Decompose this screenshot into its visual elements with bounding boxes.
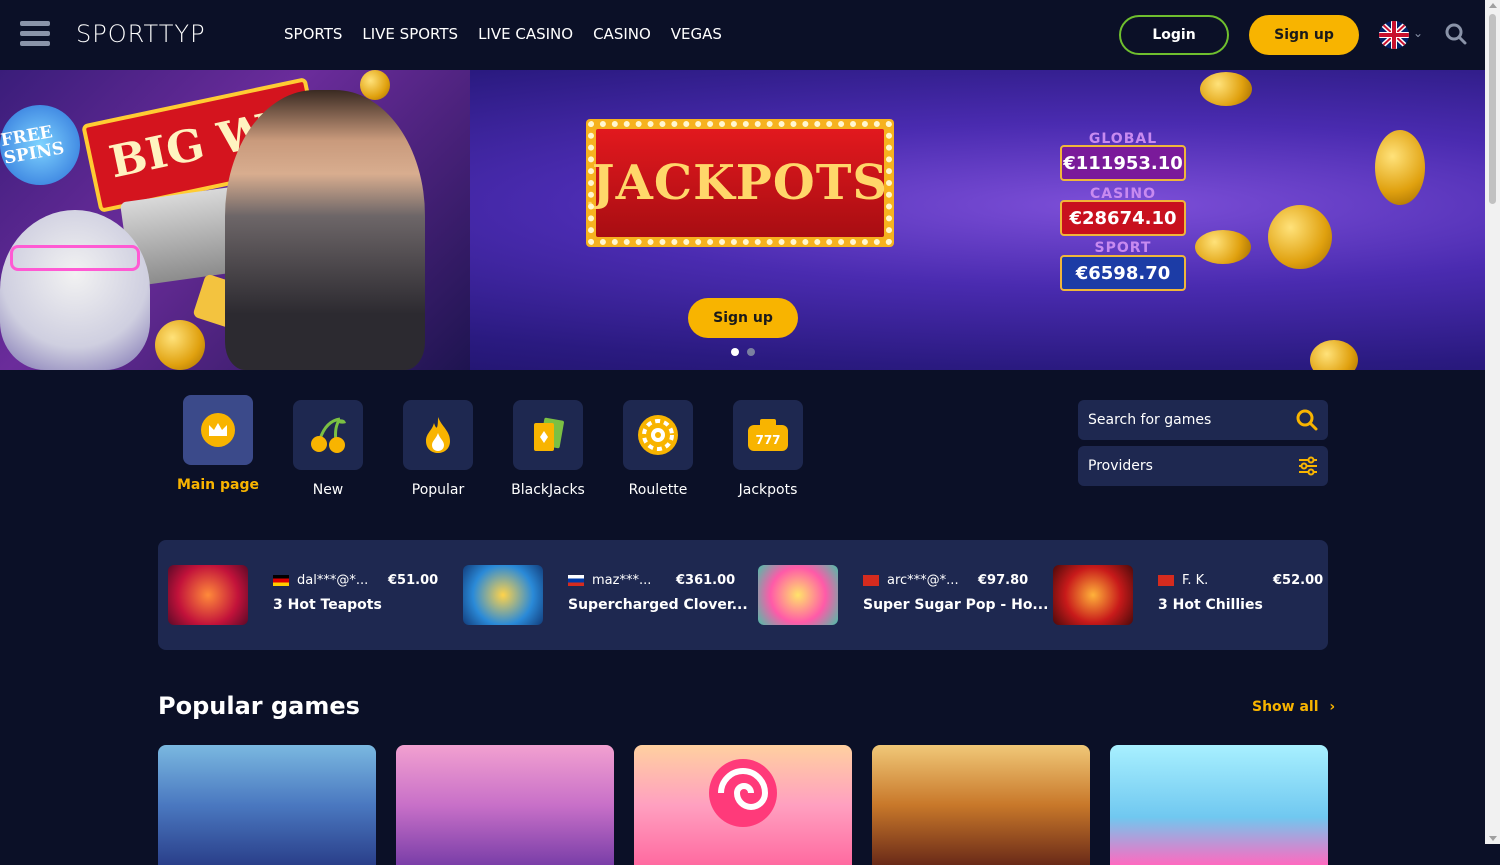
coin-image [1268,205,1332,269]
cherries-icon [293,400,363,470]
winner-amount: €361.00 [676,573,736,588]
search-icon[interactable] [1296,409,1318,431]
winner-game: Super Sugar Pop - Ho... [863,597,1049,613]
category-label: Popular [411,482,465,498]
coin-image [1310,340,1358,370]
game-card[interactable] [1110,745,1328,865]
slot-777-icon: 777 [733,400,803,470]
nav-sports[interactable]: SPORTS [284,25,342,43]
nav-casino[interactable]: CASINO [593,25,651,43]
nav-live-sports[interactable]: LIVE SPORTS [362,25,458,43]
winner-game: 3 Hot Teapots [273,597,382,613]
category-label: Roulette [628,482,688,498]
winner-user: maz***... [592,573,652,588]
svg-text:777: 777 [755,433,780,447]
chevron-right-icon: › [1329,699,1336,715]
roulette-icon [623,400,693,470]
winner-amount: €51.00 [388,573,439,588]
banner-signup-button[interactable]: Sign up [688,298,798,338]
jackpot-global-amount: €111953.10 [1060,145,1186,181]
jackpot-banner[interactable]: FREE SPINS BIG WIN JACKPOTS GLOBAL €1119… [0,70,1485,370]
scrollbar-thumb[interactable] [1489,14,1496,204]
coin-image [1195,230,1251,264]
fire-icon [403,400,473,470]
carousel-dot-2[interactable] [747,348,755,356]
crown-icon [183,395,253,465]
scroll-down-arrow[interactable] [1489,836,1497,841]
category-jackpots[interactable]: 777 Jackpots [713,400,823,498]
providers-label: Providers [1088,458,1153,474]
game-card[interactable] [158,745,376,865]
category-label: Main page [176,477,259,493]
popular-games-title: Popular games [158,692,360,720]
model-image [225,90,425,370]
winner-amount: €52.00 [1273,573,1324,588]
coin-image [1200,72,1252,106]
winner-item[interactable]: F. K. €52.00 3 Hot Chillies [1053,565,1323,625]
category-label: BlackJacks [511,482,585,498]
game-thumbnail [1053,565,1133,625]
switzerland-flag-icon [1158,575,1174,586]
winner-item[interactable]: dal***@*... €51.00 3 Hot Teapots [168,565,438,625]
carousel-pager [731,348,755,356]
game-card[interactable] [634,745,852,865]
category-label: Jackpots [738,482,798,498]
category-roulette[interactable]: Roulette [603,400,713,498]
chevron-down-icon[interactable]: ⌄ [1413,26,1423,40]
providers-filter[interactable]: Providers [1078,446,1328,486]
top-header: SPORTTYP SPORTS LIVE SPORTS LIVE CASINO … [0,0,1485,70]
filter-sliders-icon [1299,456,1317,476]
coin-image [155,320,205,370]
winner-item[interactable]: arc***@*... €97.80 Super Sugar Pop - Ho.… [758,565,1048,625]
menu-icon[interactable] [20,21,50,47]
scroll-up-arrow[interactable] [1489,3,1497,8]
jackpot-casino-amount: €28674.10 [1060,200,1186,236]
winner-amount: €97.80 [978,573,1029,588]
switzerland-flag-icon [863,575,879,586]
category-blackjacks[interactable]: BlackJacks [493,400,603,498]
show-all-link[interactable]: Show all › [1252,699,1335,715]
nav-vegas[interactable]: VEGAS [671,25,722,43]
game-card[interactable] [396,745,614,865]
lollipop-icon [709,759,777,827]
game-thumbnail [758,565,838,625]
winner-user: F. K. [1182,573,1209,588]
game-search[interactable] [1078,400,1328,440]
jackpot-sport-amount: €6598.70 [1060,255,1186,291]
jackpot-sport-label: SPORT [1094,240,1152,256]
germany-flag-icon [273,575,289,586]
category-label: New [312,482,344,498]
winner-game: 3 Hot Chillies [1158,597,1263,613]
uk-flag-icon[interactable] [1379,21,1409,49]
recent-winners: dal***@*... €51.00 3 Hot Teapots maz***.… [158,540,1328,650]
category-new[interactable]: New [273,400,383,498]
game-thumbnail [463,565,543,625]
winner-user: arc***@*... [887,573,959,588]
show-all-label: Show all [1252,699,1319,715]
carousel-dot-1[interactable] [731,348,739,356]
coin-image [1375,130,1425,205]
russia-flag-icon [568,575,584,586]
winner-item[interactable]: maz***... €361.00 Supercharged Clover... [463,565,748,625]
game-thumbnail [168,565,248,625]
panda-sunglasses [10,245,140,271]
game-card[interactable] [872,745,1090,865]
cards-icon [513,400,583,470]
search-input[interactable] [1088,412,1288,428]
login-button[interactable]: Login [1119,15,1229,55]
winner-game: Supercharged Clover... [568,597,748,613]
main-nav: SPORTS LIVE SPORTS LIVE CASINO CASINO VE… [284,25,722,43]
signup-button[interactable]: Sign up [1249,15,1359,55]
site-logo[interactable]: SPORTTYP [76,20,206,48]
coin-image [360,70,390,100]
nav-live-casino[interactable]: LIVE CASINO [478,25,573,43]
winner-user: dal***@*... [297,573,369,588]
search-icon[interactable] [1445,23,1467,45]
marquee-lights [588,121,892,245]
category-popular[interactable]: Popular [383,400,493,498]
panda-mascot [0,210,150,370]
category-main-page[interactable]: Main page [163,395,273,493]
page-scrollbar[interactable] [1485,0,1500,844]
